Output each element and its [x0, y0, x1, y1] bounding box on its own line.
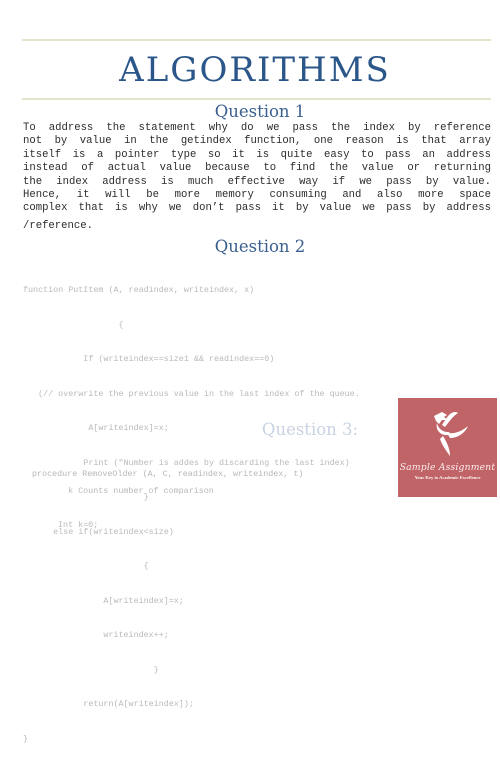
answer-line: itself is a pointer type so it is quite … — [23, 148, 491, 161]
answer-line: not by value in the getindex function, o… — [23, 135, 491, 148]
code-line: { — [23, 319, 124, 330]
code-line: return(A[writeindex]); — [23, 699, 194, 709]
question-1-answer: To address the statement why do we pass … — [23, 122, 491, 233]
question-3-code-body: k Counts number of comparison Int k=0; — [53, 464, 214, 542]
logo-tagline: Your Key to Academic Excellence — [414, 475, 481, 480]
answer-line: To address the statement why do we pass … — [23, 122, 491, 134]
code-line: writeindex++; — [23, 630, 169, 640]
answer-line: Hence, it will be more memory consuming … — [23, 189, 491, 202]
sample-assignment-logo: Sample Assignment Your Key to Academic E… — [398, 398, 497, 497]
answer-line-last: /reference. — [23, 219, 93, 232]
title-rule-top — [22, 39, 491, 41]
code-line: (// overwrite the previous value in the … — [23, 388, 360, 399]
question-2-heading: Question 2 — [214, 237, 306, 256]
code-line: { — [23, 561, 149, 571]
dancing-figure-icon — [434, 412, 468, 456]
page-title: ALGORITHMS — [119, 50, 391, 90]
code-line: Int k=0; — [53, 519, 99, 530]
code-line: } — [23, 733, 29, 744]
answer-line: instead of actual value because to find … — [23, 162, 491, 175]
code-line: A[writeindex]=x; — [23, 595, 184, 606]
code-line: If (writeindex==size1 && readindex==0) — [23, 354, 275, 364]
answer-line: the index address is much effective way … — [23, 175, 491, 188]
code-line: function PutItem (A, readindex, writeind… — [23, 285, 255, 295]
title-rule-bottom — [22, 98, 491, 100]
answer-line: complex that is why we don’t pass it by … — [23, 202, 491, 215]
question-1-heading: Question 1 — [214, 102, 306, 121]
code-line: k Counts number of comparison — [53, 486, 214, 496]
code-line: } — [23, 664, 159, 675]
logo-brand-name: Sample Assignment — [399, 462, 496, 473]
